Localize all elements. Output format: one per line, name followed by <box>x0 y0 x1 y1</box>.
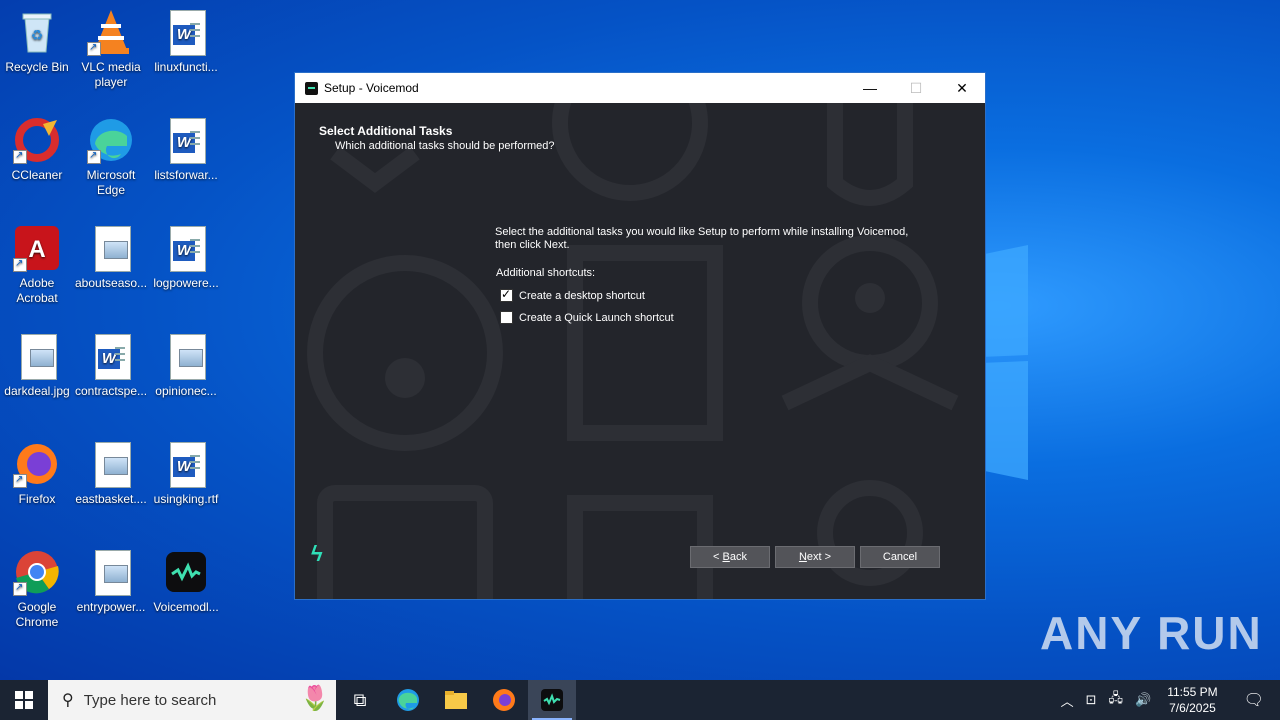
maximize-icon: ☐ <box>909 79 923 96</box>
anyrun-watermark: ANY RUN <box>1040 607 1263 659</box>
svg-text:♻: ♻ <box>31 27 44 43</box>
additional-shortcuts-label: Additional shortcuts: <box>496 267 596 279</box>
ccleaner-icon <box>13 116 61 164</box>
windows-wallpaper-logo <box>980 245 1028 480</box>
desktop-icon-ccleaner[interactable]: CCleaner <box>1 116 73 183</box>
close-button[interactable]: ✕ <box>939 73 985 103</box>
back-button[interactable]: < Back <box>690 546 770 568</box>
word-document-icon: W <box>162 116 210 164</box>
start-button[interactable] <box>0 680 48 720</box>
desktop-icon-logpowere[interactable]: W logpowere... <box>150 224 222 291</box>
desktop-icon-aboutseaso[interactable]: aboutseaso... <box>75 224 147 291</box>
edge-icon <box>87 116 135 164</box>
taskbar-voicemod-setup[interactable] <box>528 680 576 720</box>
maximize-button: ☐ <box>893 73 939 103</box>
voicemod-bolt-icon: ϟ <box>311 541 323 566</box>
desktop-icon-microsoft-edge[interactable]: Microsoft Edge <box>75 116 147 198</box>
desktop: ♻ Recycle Bin CCleaner A Adobe Acrobat d… <box>0 0 1280 680</box>
windows-start-icon <box>15 691 33 709</box>
voicemod-app-icon <box>305 81 318 95</box>
task-view-button[interactable]: ⧉ <box>336 680 384 720</box>
image-file-icon <box>87 224 135 272</box>
acrobat-icon: A <box>13 224 61 272</box>
desktop-icon-darkdeal[interactable]: darkdeal.jpg <box>1 332 73 399</box>
desktop-icon-listsforwar[interactable]: W listsforwar... <box>150 116 222 183</box>
desktop-icon-usingking[interactable]: W usingking.rtf <box>150 440 222 507</box>
clock-time: 11:55 PM <box>1167 685 1218 699</box>
desktop-icon-eastbasket[interactable]: eastbasket.... <box>75 440 147 507</box>
word-document-icon: W <box>162 8 210 56</box>
desktop-icon-voicemod-installer[interactable]: Voicemodl... <box>150 548 222 615</box>
notifications-icon[interactable]: 🗨 <box>1228 690 1280 710</box>
search-placeholder: Type here to search <box>83 691 217 709</box>
word-document-icon: W <box>162 440 210 488</box>
checkbox-checked-icon <box>500 287 513 302</box>
chrome-icon <box>13 548 61 596</box>
next-button[interactable]: Next > <box>775 546 855 568</box>
volume-icon[interactable]: 🔊 <box>1129 692 1157 708</box>
clock[interactable]: 11:55 PM 7/6/2025 <box>1157 684 1227 716</box>
background-artwork <box>307 103 959 599</box>
desktop-icon-entrypower[interactable]: entrypower... <box>75 548 147 615</box>
search-highlight-flowers-icon: 🌷 <box>300 685 330 712</box>
firefox-icon <box>493 689 515 711</box>
minimize-button[interactable]: — <box>847 73 893 103</box>
desktop-icon-recycle-bin[interactable]: ♻ Recycle Bin <box>1 8 73 75</box>
cancel-button[interactable]: Cancel <box>860 546 940 568</box>
taskbar-search-box[interactable]: ⚲ Type here to search 🌷 <box>48 680 336 720</box>
checkbox-unchecked-icon <box>500 311 513 324</box>
image-file-icon <box>162 332 210 380</box>
page-subheading: Which additional tasks should be perform… <box>335 140 555 152</box>
desktop-icon-contractspe[interactable]: W contractspe... <box>75 332 147 399</box>
taskbar-edge[interactable] <box>384 680 432 720</box>
taskbar-firefox[interactable] <box>480 680 528 720</box>
taskbar-file-explorer[interactable] <box>432 680 480 720</box>
vlc-icon <box>87 8 135 56</box>
image-file-icon <box>87 440 135 488</box>
task-view-icon: ⧉ <box>353 689 367 710</box>
voicemod-icon <box>541 689 563 711</box>
network-icon[interactable]: 🖧 <box>1103 689 1130 711</box>
taskbar: ⚲ Type here to search 🌷 ⧉ ︿ ⊡ 🖧 🔊 11:55 … <box>0 680 1280 720</box>
desktop-icon-linuxfuncti[interactable]: W linuxfuncti... <box>150 8 222 75</box>
edge-icon <box>397 689 419 711</box>
setup-window: Setup - Voicemod — ☐ ✕ Select Additional… <box>294 72 986 600</box>
recycle-bin-icon: ♻ <box>13 8 61 56</box>
desktop-icon-adobe-acrobat[interactable]: A Adobe Acrobat <box>1 224 73 306</box>
minimize-icon: — <box>863 80 877 96</box>
setup-titlebar[interactable]: Setup - Voicemod — ☐ ✕ <box>295 73 985 103</box>
desktop-icon-vlc[interactable]: VLC media player <box>75 8 147 90</box>
word-document-icon: W <box>162 224 210 272</box>
image-file-icon <box>13 332 61 380</box>
desktop-icon-opinionec[interactable]: opinionec... <box>150 332 222 399</box>
search-icon: ⚲ <box>62 692 74 709</box>
svg-text:A: A <box>28 236 45 263</box>
desktop-icon-google-chrome[interactable]: Google Chrome <box>1 548 73 630</box>
page-heading: Select Additional Tasks <box>319 124 453 138</box>
close-icon: ✕ <box>956 79 968 96</box>
clock-date: 7/6/2025 <box>1169 701 1216 715</box>
image-file-icon <box>87 548 135 596</box>
quick-launch-shortcut-label: Create a Quick Launch shortcut <box>519 311 674 324</box>
window-title: Setup - Voicemod <box>324 81 419 95</box>
desktop-shortcut-checkbox[interactable]: Create a desktop shortcut <box>500 287 645 302</box>
folder-icon <box>445 691 467 709</box>
meet-now-icon[interactable]: ⊡ <box>1080 692 1103 708</box>
word-document-icon: W <box>87 332 135 380</box>
firefox-icon <box>13 440 61 488</box>
desktop-shortcut-label: Create a desktop shortcut <box>519 289 645 302</box>
system-tray: ︿ ⊡ 🖧 🔊 11:55 PM 7/6/2025 🗨 <box>1055 680 1280 720</box>
voicemod-icon <box>162 548 210 596</box>
show-hidden-icons-button[interactable]: ︿ <box>1055 691 1080 710</box>
quick-launch-shortcut-checkbox[interactable]: Create a Quick Launch shortcut <box>500 311 674 324</box>
task-description: Select the additional tasks you would li… <box>495 226 909 251</box>
desktop-icon-firefox[interactable]: Firefox <box>1 440 73 507</box>
